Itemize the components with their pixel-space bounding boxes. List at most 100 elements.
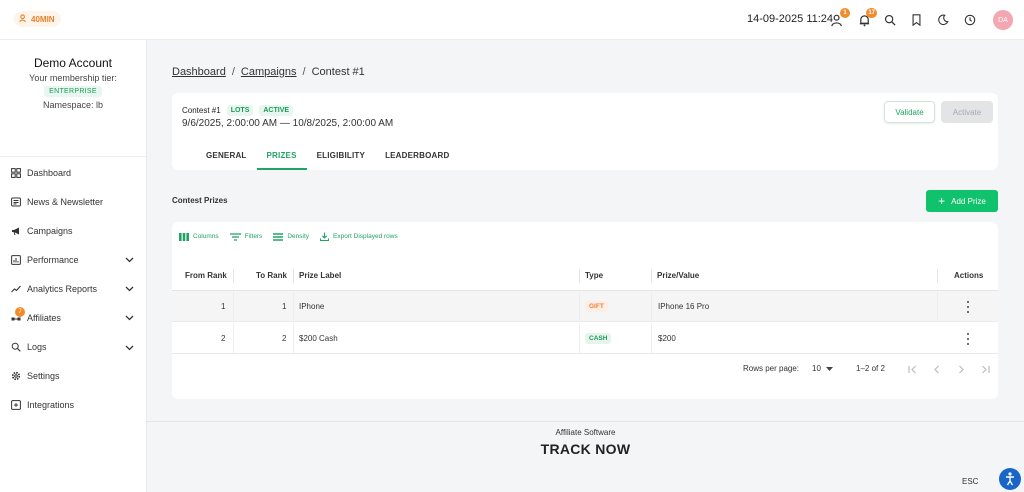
breadcrumb-campaigns[interactable]: Campaigns [241,66,297,78]
sidebar-item-performance[interactable]: Performance [0,245,146,274]
tool-label: Density [287,233,310,240]
dashboard-icon [10,167,21,178]
breadcrumb-dashboard[interactable]: Dashboard [172,66,226,78]
grid-toolbar: Columns Filters Density Export Displayed… [179,232,398,241]
filter-icon [229,232,241,241]
trend-icon [10,283,21,294]
more-vertical-icon [967,301,969,303]
row-actions-button[interactable] [964,301,972,313]
tier-badge: ENTERPRISE [44,86,102,97]
density-button[interactable]: Density [273,232,309,241]
column-header-prize-value[interactable]: Prize/Value [657,260,699,291]
sidebar-item-label: News & Newsletter [27,196,104,207]
column-separator[interactable] [937,269,938,283]
pagination-range: 1–2 of 2 [856,364,885,373]
cell-from-rank: 1 [221,302,226,311]
tab-eligibility[interactable]: ELIGIBILITY [307,148,375,170]
columns-button[interactable]: Columns [179,232,219,241]
previous-page-button[interactable] [929,362,943,376]
column-header-from-rank[interactable]: From Rank [185,260,227,291]
clock-help-icon [964,14,976,26]
sidebar-item-dashboard[interactable]: Dashboard [0,158,146,187]
user-requests-button[interactable]: 1 [829,8,850,28]
rows-per-page-select[interactable]: 10 [812,364,833,373]
contest-dates: 9/6/2025, 2:00:00 AM — 10/8/2025, 2:00:0… [182,118,394,129]
filters-button[interactable]: Filters [229,232,262,241]
chevron-down-icon [125,313,134,323]
chevron-right-icon [958,365,964,373]
accessibility-icon [1006,472,1014,486]
namespace-text: Namespace: lb [42,100,104,110]
last-page-button[interactable] [978,362,992,376]
table-row[interactable]: 2 2 $200 Cash CASH $200 [172,323,998,354]
contest-tabs: GENERAL PRIZES ELIGIBILITY LEADERBOARD [196,148,460,170]
next-page-button[interactable] [954,362,968,376]
tab-prizes[interactable]: PRIZES [256,148,307,170]
sidebar-item-settings[interactable]: Settings [0,362,146,391]
cell-to-rank: 1 [282,302,287,311]
sidebar-item-news[interactable]: News & Newsletter [0,187,146,216]
cell-divider [579,291,580,322]
cell-prize-label: $200 Cash [299,334,338,343]
tool-label: Export Displayed rows [333,233,398,240]
top-bar: 40MIN 14-09-2025 11:24 1 17 DA [0,0,1024,40]
contest-status-chip: ACTIVE [259,105,294,116]
divider [0,156,146,157]
newspaper-icon [10,196,21,207]
sidebar-item-integrations[interactable]: Integrations [0,391,146,420]
sidebar-item-affiliates[interactable]: 7 Affiliates [0,303,146,332]
account-info: Demo Account Your membership tier: ENTER… [0,40,146,110]
user-avatar[interactable]: DA [993,10,1013,30]
contest-title: Contest #1 [182,106,221,115]
table-row[interactable]: 1 1 IPhone GIFT IPhone 16 Pro [172,291,998,322]
person-clock-icon [19,13,28,25]
sidebar-item-logs[interactable]: Logs [0,333,146,362]
breadcrumb-separator: / [231,66,235,78]
column-header-type[interactable]: Type [585,260,603,291]
bookmark-button[interactable] [908,12,924,28]
search-button[interactable] [882,12,898,28]
add-prize-button[interactable]: + Add Prize [926,190,998,212]
sidebar-item-campaigns[interactable]: Campaigns [0,216,146,245]
column-separator[interactable] [233,269,234,283]
chevron-down-icon [125,255,134,265]
column-header-prize-label[interactable]: Prize Label [299,260,341,291]
gear-icon [10,371,21,382]
cell-prize-value: IPhone 16 Pro [658,302,710,311]
activate-button[interactable]: Activate [941,101,993,123]
notifications-button[interactable]: 17 [856,8,877,28]
cell-type: CASH [585,323,612,354]
user-requests-count: 1 [840,8,850,18]
breadcrumb-current: Contest #1 [311,66,365,78]
column-header-actions: Actions [954,271,984,280]
export-button[interactable]: Export Displayed rows [320,232,398,241]
tab-general[interactable]: GENERAL [196,148,257,170]
columns-icon [179,232,189,241]
first-page-button[interactable] [905,362,919,376]
first-page-icon [907,365,916,373]
column-header-to-rank[interactable]: To Rank [256,260,287,291]
accessibility-button[interactable] [999,468,1021,490]
tab-leaderboard[interactable]: LEADERBOARD [375,148,459,170]
cell-divider [293,323,294,354]
column-separator[interactable] [579,269,580,283]
column-separator[interactable] [293,269,294,283]
download-icon [320,232,330,241]
column-separator[interactable] [651,269,652,283]
timer-label: 40MIN [31,14,55,24]
theme-toggle-button[interactable] [935,12,951,28]
cell-prize-value: $200 [658,334,676,343]
megaphone-icon [10,225,21,236]
cell-divider [233,323,234,354]
membership-tier-text: Your membership tier: [29,73,117,83]
help-button[interactable] [962,12,978,28]
sidebar-item-analytics[interactable]: Analytics Reports [0,274,146,303]
session-timer[interactable]: 40MIN [14,11,61,27]
section-title: Contest Prizes [172,196,228,205]
current-datetime: 14-09-2025 11:24 [747,13,834,25]
sidebar-item-label: Campaigns [27,225,73,236]
density-icon [273,232,284,241]
validate-button[interactable]: Validate [884,101,935,123]
row-actions-button[interactable] [964,333,972,345]
cell-type: GIFT [585,291,608,322]
